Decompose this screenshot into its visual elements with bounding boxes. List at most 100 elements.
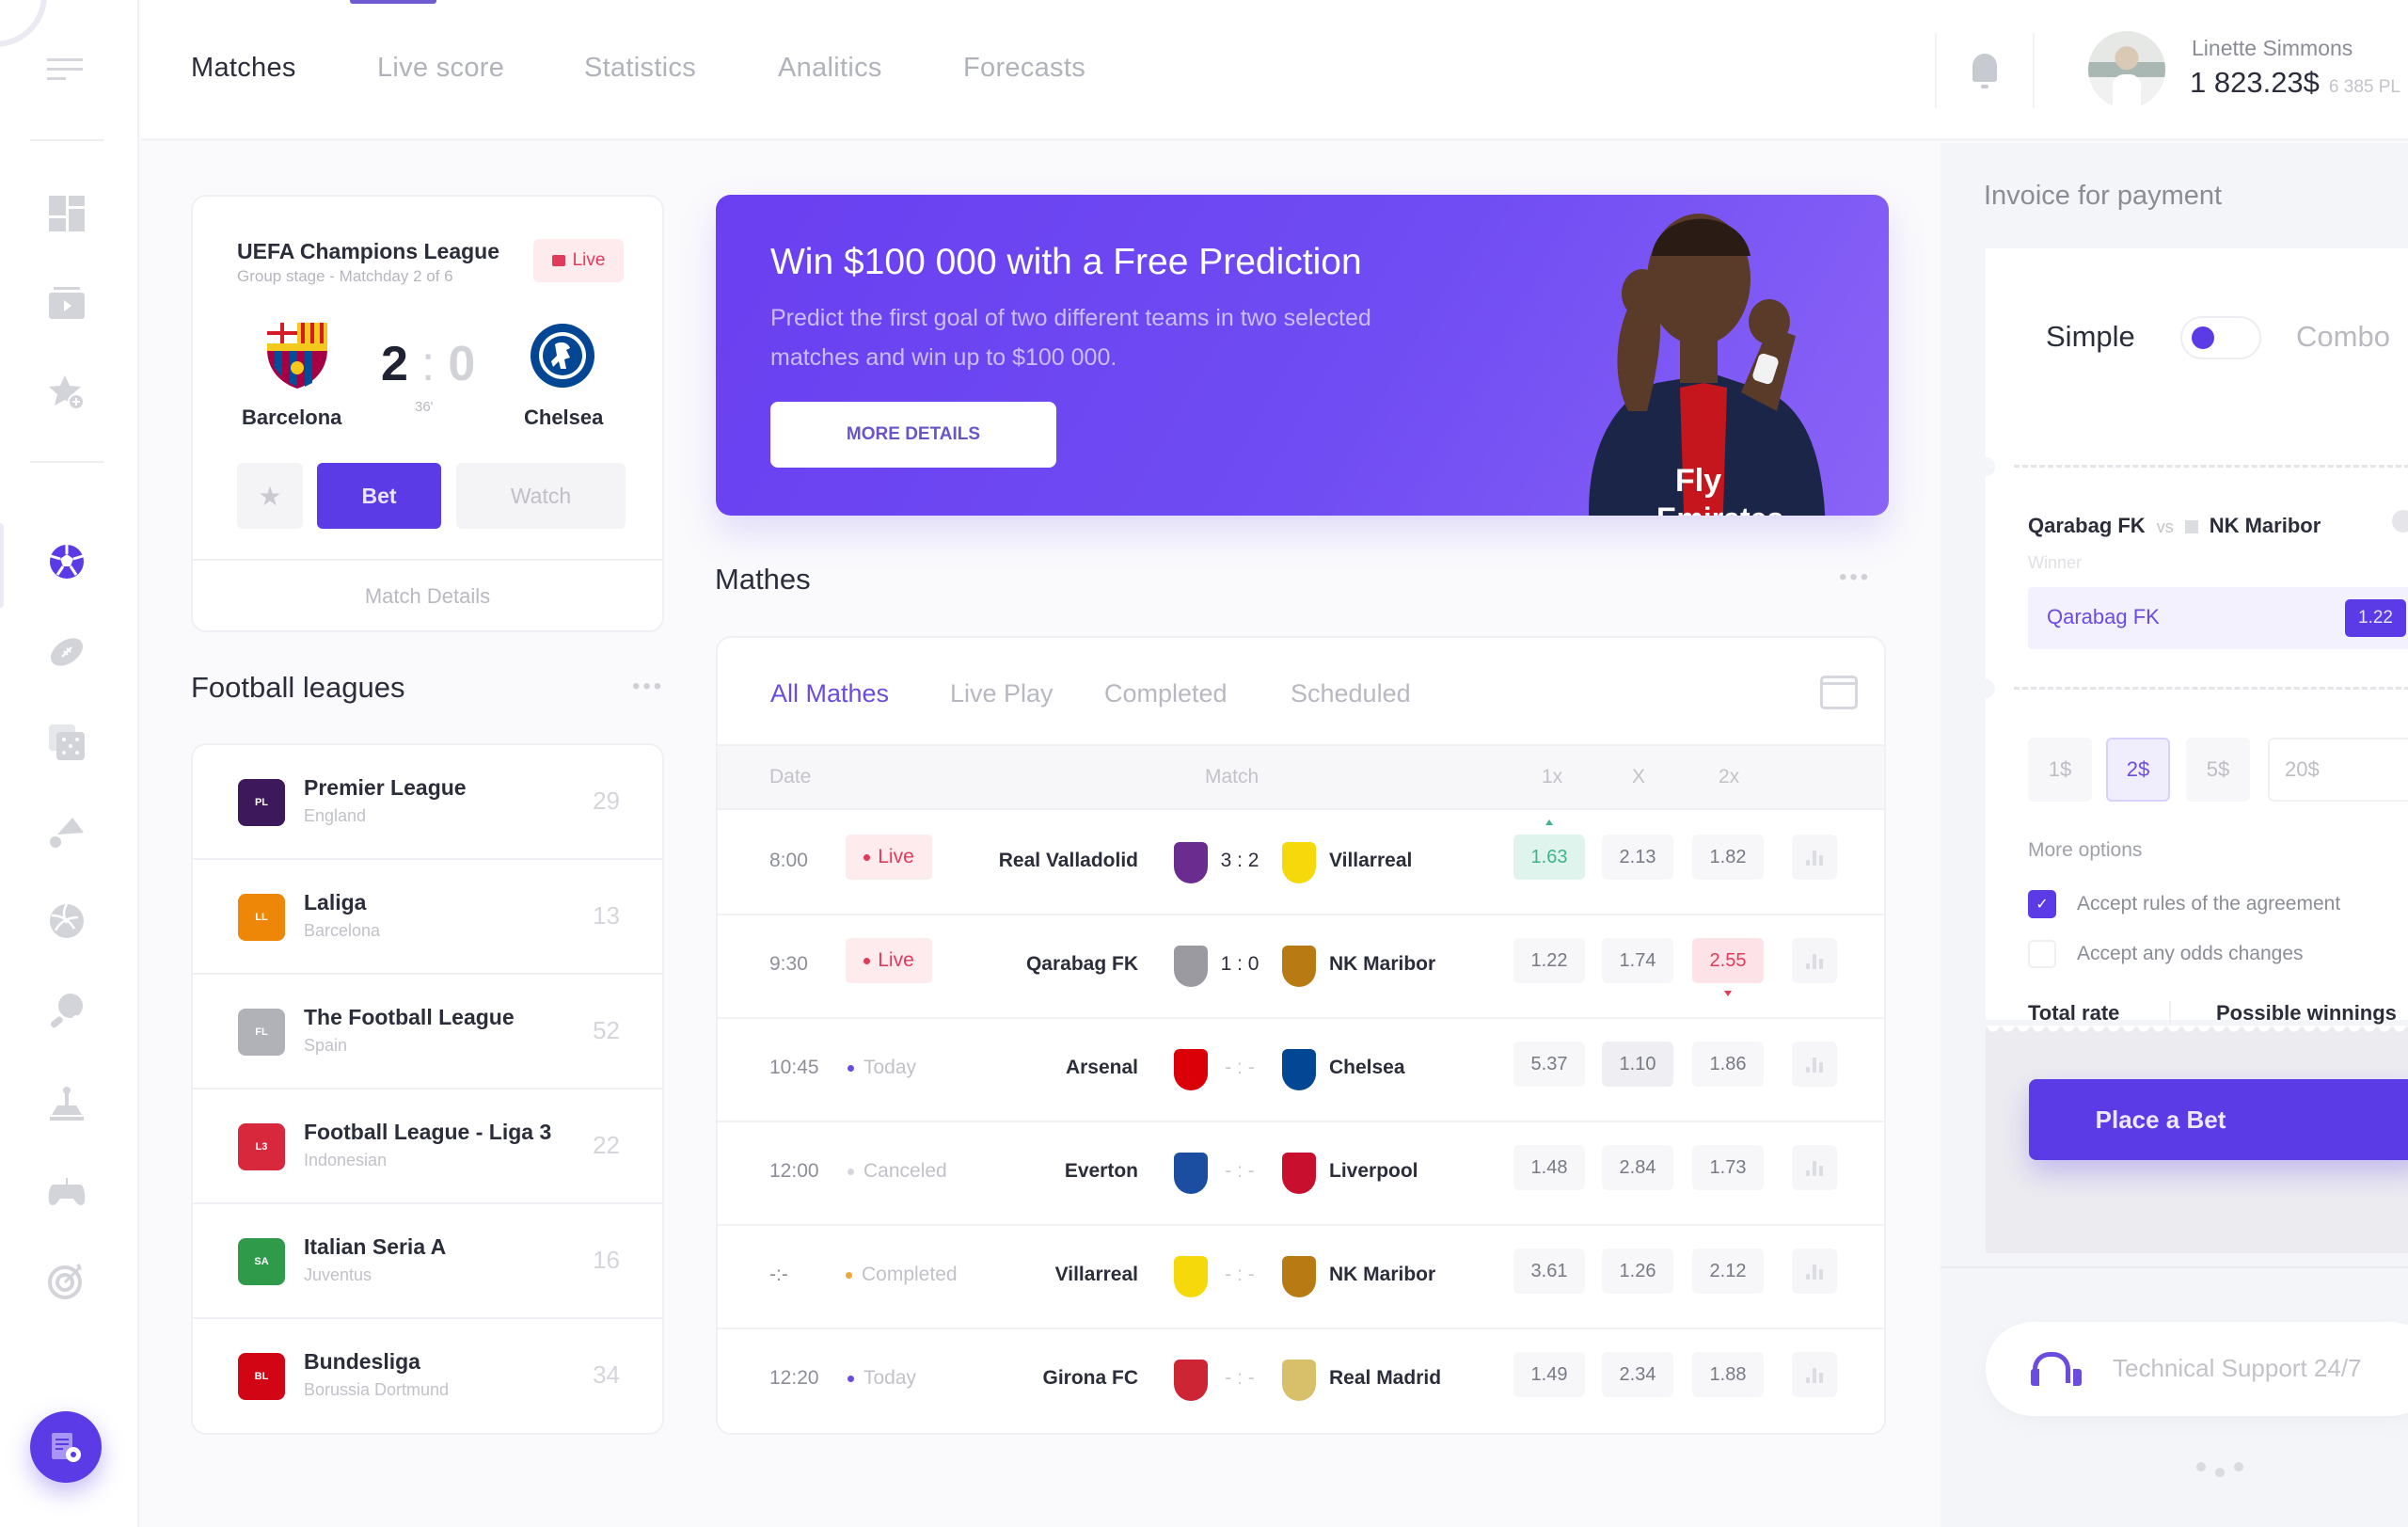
- nav-forecasts[interactable]: Forecasts: [963, 53, 1085, 84]
- stats-button[interactable]: [1792, 1249, 1837, 1294]
- support-label: Technical Support 24/7: [2113, 1354, 2362, 1382]
- amount-5[interactable]: 5$: [2186, 738, 2250, 802]
- match-row[interactable]: 12:20 Today Girona FC - : - Real Madrid 1.49 2…: [718, 1329, 1884, 1433]
- notifications-button[interactable]: [1935, 33, 2035, 108]
- league-item[interactable]: BL Bundesliga Borussia Dortmund 34: [193, 1319, 662, 1434]
- status-dot-icon: [848, 1168, 854, 1175]
- stats-button[interactable]: [1792, 938, 1837, 983]
- technical-support-button[interactable]: Technical Support 24/7: [1986, 1322, 2408, 1416]
- odd-button[interactable]: 1.22: [1513, 938, 1585, 983]
- odd-button[interactable]: 2.84: [1602, 1145, 1673, 1190]
- sidebar-item-ping-pong[interactable]: [47, 992, 87, 1031]
- home-team: Girona FC: [1042, 1367, 1138, 1389]
- dashed-divider: [2014, 465, 2408, 468]
- tab-live-play[interactable]: Live Play: [950, 679, 1054, 708]
- sidebar-item-gamepad[interactable]: [47, 1172, 87, 1212]
- option-accept-rules[interactable]: ✓ Accept rules of the agreement: [2028, 890, 2340, 918]
- odd-button[interactable]: 5.37: [1513, 1042, 1585, 1087]
- odd-button[interactable]: 1.73: [1692, 1145, 1764, 1190]
- match-details-link[interactable]: Match Details: [193, 584, 662, 609]
- checkbox-checked-icon[interactable]: ✓: [2028, 890, 2056, 918]
- stats-button[interactable]: [1792, 1145, 1837, 1190]
- nav-statistics[interactable]: Statistics: [584, 53, 696, 84]
- sidebar-item-favorites[interactable]: [47, 373, 87, 412]
- tab-all-mathes[interactable]: All Mathes: [770, 679, 889, 708]
- odd-button[interactable]: 1.63: [1513, 835, 1585, 880]
- tab-scheduled[interactable]: Scheduled: [1291, 679, 1411, 708]
- odd-button[interactable]: 1.86: [1692, 1042, 1764, 1087]
- place-bet-button[interactable]: Place a Bet: [2029, 1079, 2408, 1160]
- more-details-button[interactable]: MORE DETAILS: [770, 402, 1056, 468]
- bet-button[interactable]: Bet: [317, 463, 441, 529]
- league-item[interactable]: SA Italian Seria A Juventus 16: [193, 1204, 662, 1319]
- nav-analitics[interactable]: Analitics: [778, 53, 882, 84]
- matches-more-icon[interactable]: •••: [1839, 565, 1871, 591]
- ticket-edge: [1986, 1026, 2408, 1035]
- odd-button[interactable]: 1.49: [1513, 1352, 1585, 1397]
- pick-selection-team: Qarabag FK: [2047, 605, 2160, 628]
- league-name: Laliga: [304, 890, 367, 915]
- odd-button[interactable]: 2.13: [1602, 835, 1673, 880]
- amount-2[interactable]: 2$: [2106, 738, 2170, 802]
- tab-completed[interactable]: Completed: [1104, 679, 1228, 708]
- stats-button[interactable]: [1792, 1042, 1837, 1087]
- league-item[interactable]: L3 Football League - Liga 3 Indonesian 22: [193, 1090, 662, 1204]
- sidebar-item-joystick[interactable]: [47, 1084, 87, 1123]
- sidebar-item-volleyball[interactable]: [47, 901, 87, 941]
- match-row[interactable]: 12:00 Canceled Everton - : - Liverpool 1.48 2.…: [718, 1122, 1884, 1226]
- odd-button[interactable]: 1.10: [1602, 1042, 1673, 1087]
- player-image: Fly Emirates: [1589, 214, 1826, 516]
- odd-button[interactable]: 1.26: [1602, 1249, 1673, 1294]
- odd-button[interactable]: 3.61: [1513, 1249, 1585, 1294]
- odd-button[interactable]: 1.48: [1513, 1145, 1585, 1190]
- sidebar-item-football[interactable]: [47, 542, 87, 581]
- home-team-badge-icon: [1174, 1049, 1208, 1090]
- favorite-button[interactable]: ★: [237, 463, 303, 529]
- league-item[interactable]: LL Laliga Barcelona 13: [193, 860, 662, 975]
- amount-input[interactable]: 20$: [2268, 738, 2408, 802]
- mode-combo-label[interactable]: Combo: [2296, 320, 2390, 354]
- odd-button[interactable]: 1.74: [1602, 938, 1673, 983]
- avatar[interactable]: [2088, 31, 2165, 108]
- nav-live-score[interactable]: Live score: [377, 53, 504, 84]
- active-indicator: [0, 523, 4, 608]
- odd-button[interactable]: 2.12: [1692, 1249, 1764, 1294]
- stats-button[interactable]: [1792, 835, 1837, 880]
- league-item[interactable]: FL The Football League Spain 52: [193, 975, 662, 1090]
- ticket-notch: [1976, 679, 1995, 698]
- calendar-icon[interactable]: [1820, 676, 1858, 709]
- match-row[interactable]: 10:45 Today Arsenal - : - Chelsea 5.37 1.10 1.8…: [718, 1019, 1884, 1122]
- mode-toggle[interactable]: [2180, 316, 2261, 359]
- match-row[interactable]: -:- Completed Villarreal - : - NK Maribor 3.6…: [718, 1226, 1884, 1329]
- sidebar-item-dice[interactable]: [47, 723, 87, 762]
- league-item[interactable]: PL Premier League England 29: [193, 745, 662, 860]
- odd-button[interactable]: 2.34: [1602, 1352, 1673, 1397]
- watch-button[interactable]: Watch: [456, 463, 626, 529]
- checkbox-unchecked-icon[interactable]: [2028, 940, 2056, 968]
- more-options-label: More options: [2028, 839, 2143, 861]
- match-row[interactable]: 9:30 Live Qarabag FK 1 : 0 NK Maribor 1.22 1.7…: [718, 915, 1884, 1019]
- col-x: X: [1632, 766, 1646, 787]
- odd-button[interactable]: 1.82: [1692, 835, 1764, 880]
- betslip-fab-button[interactable]: [30, 1411, 102, 1483]
- pick-odd: 1.22: [2345, 599, 2406, 637]
- stats-button[interactable]: [1792, 1352, 1837, 1397]
- mode-simple-label[interactable]: Simple: [2046, 320, 2135, 354]
- sidebar-item-american-football[interactable]: [47, 632, 87, 672]
- menu-icon[interactable]: [47, 49, 87, 88]
- sidebar-item-darts[interactable]: [47, 1261, 87, 1300]
- sidebar-item-dashboard[interactable]: [47, 194, 87, 233]
- odd-button[interactable]: 2.55: [1692, 938, 1764, 983]
- sidebar-item-video[interactable]: [47, 284, 87, 324]
- nav-matches[interactable]: Matches: [191, 53, 296, 84]
- match-row[interactable]: 8:00 Live Real Valladolid 3 : 2 Villarreal 1.…: [718, 812, 1884, 915]
- league-count: 13: [593, 901, 620, 930]
- match-time: 12:00: [769, 1160, 819, 1182]
- sidebar-item-badminton[interactable]: [47, 813, 87, 852]
- status-dot-icon: [863, 853, 871, 861]
- option-accept-odds[interactable]: Accept any odds changes: [2028, 940, 2304, 968]
- amount-1[interactable]: 1$: [2028, 738, 2092, 802]
- remove-pick-icon[interactable]: [2392, 510, 2408, 533]
- odd-button[interactable]: 1.88: [1692, 1352, 1764, 1397]
- leagues-more-icon[interactable]: •••: [632, 674, 664, 700]
